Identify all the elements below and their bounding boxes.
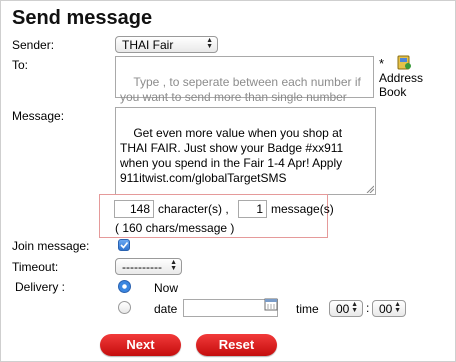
select-arrows-icon: ▲ ▼ xyxy=(351,301,358,314)
required-mark: * xyxy=(379,56,385,71)
message-label: Message: xyxy=(12,109,65,123)
page-title: Send message xyxy=(12,7,153,29)
send-message-panel: Send message Sender: THAI Fair ▲ ▼ To: Ty… xyxy=(0,0,456,362)
minute-select[interactable]: 00 ▲ ▼ xyxy=(372,300,406,317)
delivery-now-label: Now xyxy=(154,281,179,295)
join-message-checkbox[interactable] xyxy=(118,239,130,251)
delivery-label: Delivery : xyxy=(15,280,66,294)
to-placeholder: Type , to seperate between each number i… xyxy=(120,75,365,104)
character-count-field: 148 xyxy=(114,200,154,218)
to-label: To: xyxy=(12,58,29,72)
timeout-select[interactable]: ---------- ▲ ▼ xyxy=(115,258,182,275)
time-separator: : xyxy=(366,301,370,315)
delivery-date-label: date xyxy=(154,302,178,316)
message-count-field: 1 xyxy=(238,200,267,218)
address-book-label-1: Address xyxy=(379,71,424,85)
reset-button[interactable]: Reset xyxy=(196,334,277,356)
calendar-icon[interactable] xyxy=(264,297,278,311)
to-field[interactable]: Type , to seperate between each number i… xyxy=(115,56,374,104)
join-message-label: Join message: xyxy=(12,239,90,253)
select-arrows-icon: ▲ ▼ xyxy=(206,37,213,50)
message-field[interactable]: Get even more value when you shop at THA… xyxy=(115,107,376,195)
resize-handle-icon[interactable] xyxy=(366,185,374,193)
delivery-date-radio[interactable] xyxy=(118,301,131,314)
address-book-icon xyxy=(397,55,411,70)
message-text: Get even more value when you shop at THA… xyxy=(120,126,347,185)
delivery-now-radio[interactable] xyxy=(118,280,131,293)
chars-per-message: ( 160 chars/message ) xyxy=(115,221,235,235)
checkmark-icon xyxy=(120,242,129,249)
address-book-label-2: Book xyxy=(379,85,407,99)
select-arrows-icon: ▲ ▼ xyxy=(394,301,401,314)
select-arrows-icon: ▲ ▼ xyxy=(170,259,177,272)
sender-label: Sender: xyxy=(12,38,55,52)
hour-select[interactable]: 00 ▲ ▼ xyxy=(329,300,363,317)
message-count-label: message(s) xyxy=(271,202,334,216)
time-label: time xyxy=(296,302,319,316)
timeout-select-value: ---------- xyxy=(122,260,162,274)
timeout-label: Timeout: xyxy=(12,260,59,274)
character-count-label: character(s) , xyxy=(158,202,229,216)
minute-select-value: 00 xyxy=(379,302,393,316)
hour-select-value: 00 xyxy=(336,302,350,316)
sender-select-value: THAI Fair xyxy=(122,38,174,52)
sender-select[interactable]: THAI Fair ▲ ▼ xyxy=(115,36,218,53)
next-button[interactable]: Next xyxy=(100,334,181,356)
